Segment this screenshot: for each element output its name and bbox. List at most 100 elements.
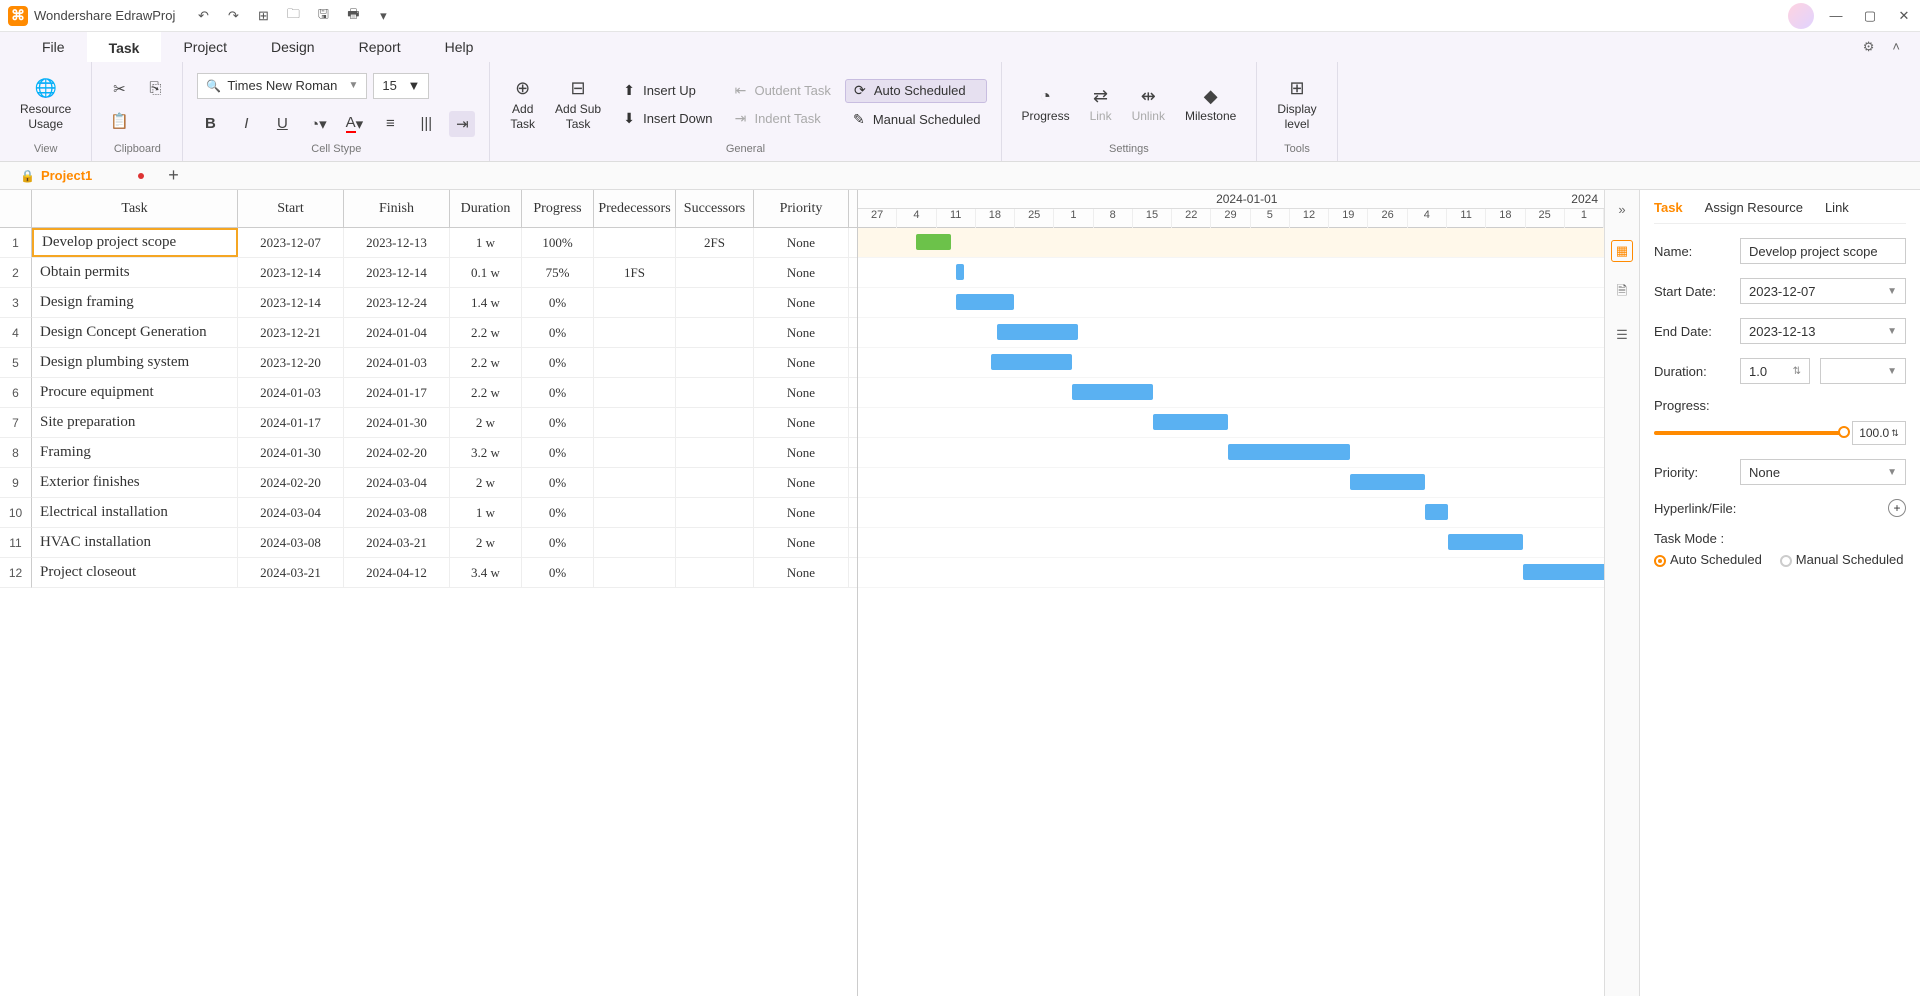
columns-button[interactable]: ||| (413, 111, 439, 137)
table-row[interactable]: Procure equipment 2024-01-03 2024-01-17 … (32, 378, 857, 408)
qat-more-icon[interactable]: ▾ (375, 8, 391, 24)
open-icon[interactable]: 🗀 (285, 8, 301, 24)
col-header-duration[interactable]: Duration (450, 190, 522, 227)
font-family-select[interactable]: 🔍 Times New Roman ▼ (197, 73, 367, 99)
user-avatar-icon[interactable] (1788, 3, 1814, 29)
gantt-bar[interactable] (956, 264, 963, 280)
col-header-progress[interactable]: Progress (522, 190, 594, 227)
table-row[interactable]: HVAC installation 2024-03-08 2024-03-21 … (32, 528, 857, 558)
table-row[interactable]: Obtain permits 2023-12-14 2023-12-14 0.1… (32, 258, 857, 288)
minimize-icon[interactable]: — (1828, 8, 1844, 24)
font-size-select[interactable]: 15 ▼ (373, 73, 429, 99)
collapse-ribbon-icon[interactable]: ˄ (1892, 39, 1900, 55)
start-date-input[interactable]: 2023-12-07▼ (1740, 278, 1906, 304)
end-date-input[interactable]: 2023-12-13▼ (1740, 318, 1906, 344)
gantt-bar[interactable] (1523, 564, 1604, 580)
auto-scheduled-radio[interactable]: Auto Scheduled (1654, 552, 1762, 567)
unlink-button[interactable]: ⇹Unlink (1126, 81, 1171, 127)
new-icon[interactable]: ⊞ (255, 8, 271, 24)
copy-icon[interactable]: ⎘ (142, 76, 168, 102)
gantt-bar[interactable] (1153, 414, 1228, 430)
table-row[interactable]: Electrical installation 2024-03-04 2024-… (32, 498, 857, 528)
display-level-button[interactable]: ⊞Display level (1271, 74, 1322, 135)
gantt-bar[interactable] (1228, 444, 1349, 460)
menu-project[interactable]: Project (161, 33, 249, 61)
table-row[interactable]: Design plumbing system 2023-12-20 2024-0… (32, 348, 857, 378)
outdent-task-button[interactable]: ⇤Outdent Task (726, 80, 836, 102)
undo-icon[interactable]: ↶ (195, 8, 211, 24)
notes-panel-icon[interactable]: 🗎 (1611, 282, 1633, 304)
gantt-bar[interactable] (1350, 474, 1425, 490)
save-icon[interactable]: 🖫 (315, 8, 331, 24)
row-number[interactable]: 12 (0, 558, 32, 588)
progress-button[interactable]: ◔Progress (1016, 81, 1076, 127)
table-row[interactable]: Design Concept Generation 2023-12-21 202… (32, 318, 857, 348)
close-icon[interactable]: ✕ (1896, 8, 1912, 24)
insert-up-button[interactable]: ⬆Insert Up (615, 80, 718, 102)
col-header-finish[interactable]: Finish (344, 190, 450, 227)
props-tab-task[interactable]: Task (1654, 200, 1683, 223)
menu-design[interactable]: Design (249, 33, 337, 61)
indent-task-button[interactable]: ⇥Indent Task (726, 108, 836, 130)
manual-scheduled-button[interactable]: ✎Manual Scheduled (845, 109, 987, 131)
menu-help[interactable]: Help (423, 33, 496, 61)
row-number[interactable]: 11 (0, 528, 32, 558)
progress-value[interactable]: 100.0⇅ (1852, 421, 1906, 445)
row-number[interactable]: 6 (0, 378, 32, 408)
table-row[interactable]: Develop project scope 2023-12-07 2023-12… (32, 228, 857, 258)
menu-task[interactable]: Task (87, 32, 162, 62)
tab-project1[interactable]: 🔒 Project1 (8, 164, 156, 187)
row-number[interactable]: 5 (0, 348, 32, 378)
wrap-button[interactable]: ⇥ (449, 111, 475, 137)
align-button[interactable]: ≡ (377, 111, 403, 137)
italic-button[interactable]: I (233, 111, 259, 137)
menu-report[interactable]: Report (337, 33, 423, 61)
col-header-task[interactable]: Task (32, 190, 238, 227)
cut-icon[interactable]: ✂ (106, 76, 132, 102)
underline-button[interactable]: U (269, 111, 295, 137)
add-subtask-button[interactable]: ⊟Add Sub Task (549, 74, 607, 135)
row-number[interactable]: 9 (0, 468, 32, 498)
manual-scheduled-radio[interactable]: Manual Scheduled (1780, 552, 1904, 567)
table-row[interactable]: Design framing 2023-12-14 2023-12-24 1.4… (32, 288, 857, 318)
progress-slider[interactable] (1654, 431, 1844, 435)
bold-button[interactable]: B (197, 111, 223, 137)
gantt-bar[interactable] (916, 234, 951, 250)
row-number[interactable]: 2 (0, 258, 32, 288)
duration-unit-select[interactable]: ▼ (1820, 358, 1906, 384)
col-header-start[interactable]: Start (238, 190, 344, 227)
gantt-bar[interactable] (956, 294, 1014, 310)
row-number[interactable]: 1 (0, 228, 32, 258)
row-number[interactable]: 3 (0, 288, 32, 318)
col-header-predecessors[interactable]: Predecessors (594, 190, 676, 227)
fill-color-button[interactable]: ◔▾ (305, 111, 331, 137)
row-number[interactable]: 4 (0, 318, 32, 348)
gantt-bar[interactable] (1425, 504, 1448, 520)
auto-scheduled-button[interactable]: ⟳Auto Scheduled (845, 79, 987, 103)
add-task-button[interactable]: ⊕Add Task (504, 74, 541, 135)
menu-file[interactable]: File (20, 33, 87, 61)
table-row[interactable]: Framing 2024-01-30 2024-02-20 3.2 w 0% N… (32, 438, 857, 468)
insert-down-button[interactable]: ⬇Insert Down (615, 108, 718, 130)
gantt-bar[interactable] (991, 354, 1072, 370)
props-tab-resource[interactable]: Assign Resource (1705, 200, 1803, 223)
col-header-priority[interactable]: Priority (754, 190, 849, 227)
gantt-bar[interactable] (1072, 384, 1153, 400)
priority-select[interactable]: None▼ (1740, 459, 1906, 485)
link-button[interactable]: ⇄Link (1084, 81, 1118, 127)
maximize-icon[interactable]: ▢ (1862, 8, 1878, 24)
name-input[interactable]: Develop project scope (1740, 238, 1906, 264)
props-tab-link[interactable]: Link (1825, 200, 1849, 223)
add-tab-button[interactable]: + (168, 165, 179, 186)
settings-icon[interactable]: ⚙ (1863, 39, 1875, 55)
task-panel-icon[interactable]: ▦ (1611, 240, 1633, 262)
gantt-bar[interactable] (997, 324, 1078, 340)
print-icon[interactable]: 🖶 (345, 8, 361, 24)
col-header-successors[interactable]: Successors (676, 190, 754, 227)
row-number[interactable]: 10 (0, 498, 32, 528)
table-row[interactable]: Site preparation 2024-01-17 2024-01-30 2… (32, 408, 857, 438)
row-number[interactable]: 7 (0, 408, 32, 438)
row-number[interactable]: 8 (0, 438, 32, 468)
milestone-button[interactable]: ◆Milestone (1179, 81, 1242, 127)
add-hyperlink-button[interactable]: + (1888, 499, 1906, 517)
